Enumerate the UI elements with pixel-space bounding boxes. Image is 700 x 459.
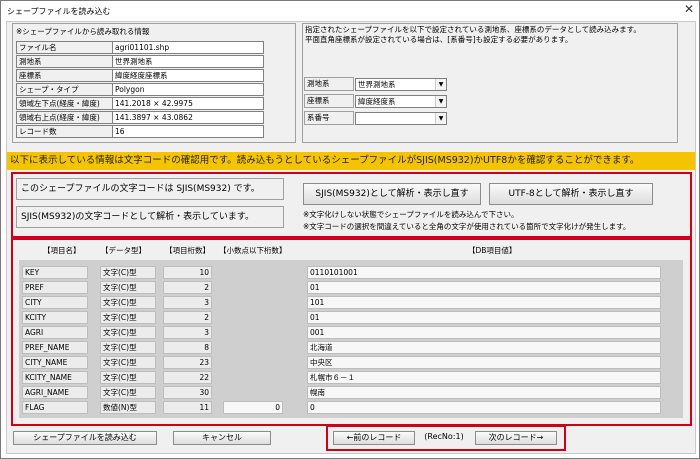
cell-field-length: 2 bbox=[163, 281, 212, 294]
zone-number-label: 系番号 bbox=[304, 111, 354, 125]
cell-data-type: 文字(C)型 bbox=[100, 281, 156, 294]
datum-select-value: 世界測地系 bbox=[358, 80, 396, 89]
info-label-coord-system: 座標系 bbox=[16, 69, 114, 82]
encoding-note-1: ※文字化けしない状態でシェープファイルを読み込んで下さい。 bbox=[303, 210, 519, 219]
info-label-datum: 測地系 bbox=[16, 55, 114, 68]
cell-db-value: 0 bbox=[307, 401, 661, 414]
cell-data-type: 文字(C)型 bbox=[100, 266, 156, 279]
cell-field-length: 10 bbox=[163, 266, 212, 279]
load-shapefile-button[interactable]: シェープファイルを読み込む bbox=[13, 431, 157, 445]
chevron-down-icon: ▼ bbox=[435, 96, 446, 107]
cell-data-type: 文字(C)型 bbox=[100, 311, 156, 324]
info-label-record-count: レコード数 bbox=[16, 125, 114, 138]
parse-utf8-button[interactable]: UTF-8として解析・表示し直す bbox=[489, 183, 653, 205]
info-value-record-count: 16 bbox=[112, 125, 264, 138]
dialog-frame: シェープファイルを読み込む ✕ ※シェープファイルから読み取れる情報 ファイル名… bbox=[0, 0, 700, 459]
cell-data-type: 文字(C)型 bbox=[100, 356, 156, 369]
info-value-upper-right: 141.3897 × 43.0862 bbox=[112, 111, 264, 124]
cell-field-name: PREF bbox=[22, 281, 88, 294]
cell-db-value: 001 bbox=[307, 326, 661, 339]
cell-db-value: 北海道 bbox=[307, 341, 661, 354]
coord-system-select-value: 緯度経度系 bbox=[358, 97, 396, 106]
encoding-current-message: SJIS(MS932)の文字コードとして解析・表示しています。 bbox=[16, 206, 284, 228]
next-record-button[interactable]: 次のレコード→ bbox=[475, 431, 557, 445]
cell-field-length: 8 bbox=[163, 341, 212, 354]
cell-field-length: 23 bbox=[163, 356, 212, 369]
datum-label: 測地系 bbox=[304, 77, 354, 91]
chevron-down-icon: ▼ bbox=[435, 79, 446, 90]
cell-field-name: FLAG bbox=[22, 401, 88, 414]
cell-data-type: 文字(C)型 bbox=[100, 341, 156, 354]
cell-db-value: 101 bbox=[307, 296, 661, 309]
cell-db-value: 01 bbox=[307, 281, 661, 294]
cell-data-type: 文字(C)型 bbox=[100, 386, 156, 399]
coord-system-label: 座標系 bbox=[304, 94, 354, 108]
close-icon[interactable]: ✕ bbox=[684, 2, 694, 16]
dialog-body: ※シェープファイルから読み取れる情報 ファイル名 agri01101.shp 測… bbox=[6, 21, 696, 454]
cell-field-length: 11 bbox=[163, 401, 212, 414]
shapefile-info-heading: ※シェープファイルから読み取れる情報 bbox=[16, 27, 150, 36]
cell-field-name: CITY bbox=[22, 296, 88, 309]
cancel-button[interactable]: キャンセル bbox=[173, 431, 271, 445]
cell-data-type: 文字(C)型 bbox=[100, 326, 156, 339]
window-title: シェープファイルを読み込む bbox=[7, 7, 111, 16]
cell-field-name: KCITY_NAME bbox=[22, 371, 88, 384]
info-label-upper-right: 領域右上点(経度・緯度) bbox=[16, 111, 114, 124]
info-value-datum: 世界測地系 bbox=[112, 55, 264, 68]
settings-desc-line1: 指定されたシェープファイルを以下で設定されている測地系、座標系のデータとして読み… bbox=[305, 25, 641, 34]
cell-field-name: KEY bbox=[22, 266, 88, 279]
cell-db-value: 札幌市６－１ bbox=[307, 371, 661, 384]
cell-decimal-places: 0 bbox=[223, 401, 283, 414]
cell-db-value: 0110101001 bbox=[307, 266, 661, 279]
header-field-name: 【項目名】 bbox=[43, 246, 81, 255]
encoding-banner: 以下に表示している情報は文字コードの確認用です。読み込もうとしているシェープファ… bbox=[7, 152, 695, 170]
cell-data-type: 数値(N)型 bbox=[100, 401, 156, 414]
cell-field-name: CITY_NAME bbox=[22, 356, 88, 369]
encoding-note-2: ※文字コードの選択を間違えていると全角の文字が使用されている箇所で文字化けが発生… bbox=[303, 222, 631, 231]
info-label-lower-left: 領域左下点(経度・緯度) bbox=[16, 97, 114, 110]
header-decimal-places: 【小数点以下桁数】 bbox=[219, 246, 287, 255]
parse-sjis-button[interactable]: SJIS(MS932)として解析・表示し直す bbox=[303, 183, 481, 205]
cell-data-type: 文字(C)型 bbox=[100, 371, 156, 384]
coord-system-select[interactable]: 緯度経度系 ▼ bbox=[355, 95, 447, 108]
cell-db-value: 中央区 bbox=[307, 356, 661, 369]
cell-field-length: 3 bbox=[163, 296, 212, 309]
info-label-filename: ファイル名 bbox=[16, 41, 114, 54]
header-db-value: 【DB項目値】 bbox=[468, 246, 517, 255]
cell-field-length: 22 bbox=[163, 371, 212, 384]
cell-db-value: 幌南 bbox=[307, 386, 661, 399]
cell-field-length: 2 bbox=[163, 311, 212, 324]
datum-select[interactable]: 世界測地系 ▼ bbox=[355, 78, 447, 91]
record-number: (RecNo:1) bbox=[424, 432, 464, 441]
cell-field-name: KCITY bbox=[22, 311, 88, 324]
settings-desc-line2: 平面直角座標系が設定されている場合は、[系番号]も設定する必要があります。 bbox=[305, 35, 573, 44]
settings-description: 指定されたシェープファイルを以下で設定されている測地系、座標系のデータとして読み… bbox=[305, 25, 675, 45]
info-value-filename: agri01101.shp bbox=[112, 41, 264, 54]
info-label-shape-type: シェープ・タイプ bbox=[16, 83, 114, 96]
info-value-shape-type: Polygon bbox=[112, 83, 264, 96]
cell-field-length: 30 bbox=[163, 386, 212, 399]
previous-record-button[interactable]: ←前のレコード bbox=[333, 431, 415, 445]
cell-field-name: AGRI_NAME bbox=[22, 386, 88, 399]
cell-field-name: AGRI bbox=[22, 326, 88, 339]
info-value-lower-left: 141.2018 × 42.9975 bbox=[112, 97, 264, 110]
cell-field-name: PREF_NAME bbox=[22, 341, 88, 354]
cell-field-length: 3 bbox=[163, 326, 212, 339]
header-data-type: 【データ型】 bbox=[101, 246, 146, 255]
info-value-coord-system: 緯度経度座標系 bbox=[112, 69, 264, 82]
chevron-down-icon: ▼ bbox=[435, 113, 446, 124]
header-field-length: 【項目桁数】 bbox=[165, 246, 210, 255]
encoding-detected-message: このシェープファイルの文字コードは SJIS(MS932) です。 bbox=[16, 178, 284, 200]
cell-data-type: 文字(C)型 bbox=[100, 296, 156, 309]
zone-number-select[interactable]: ▼ bbox=[355, 112, 447, 125]
cell-db-value: 01 bbox=[307, 311, 661, 324]
